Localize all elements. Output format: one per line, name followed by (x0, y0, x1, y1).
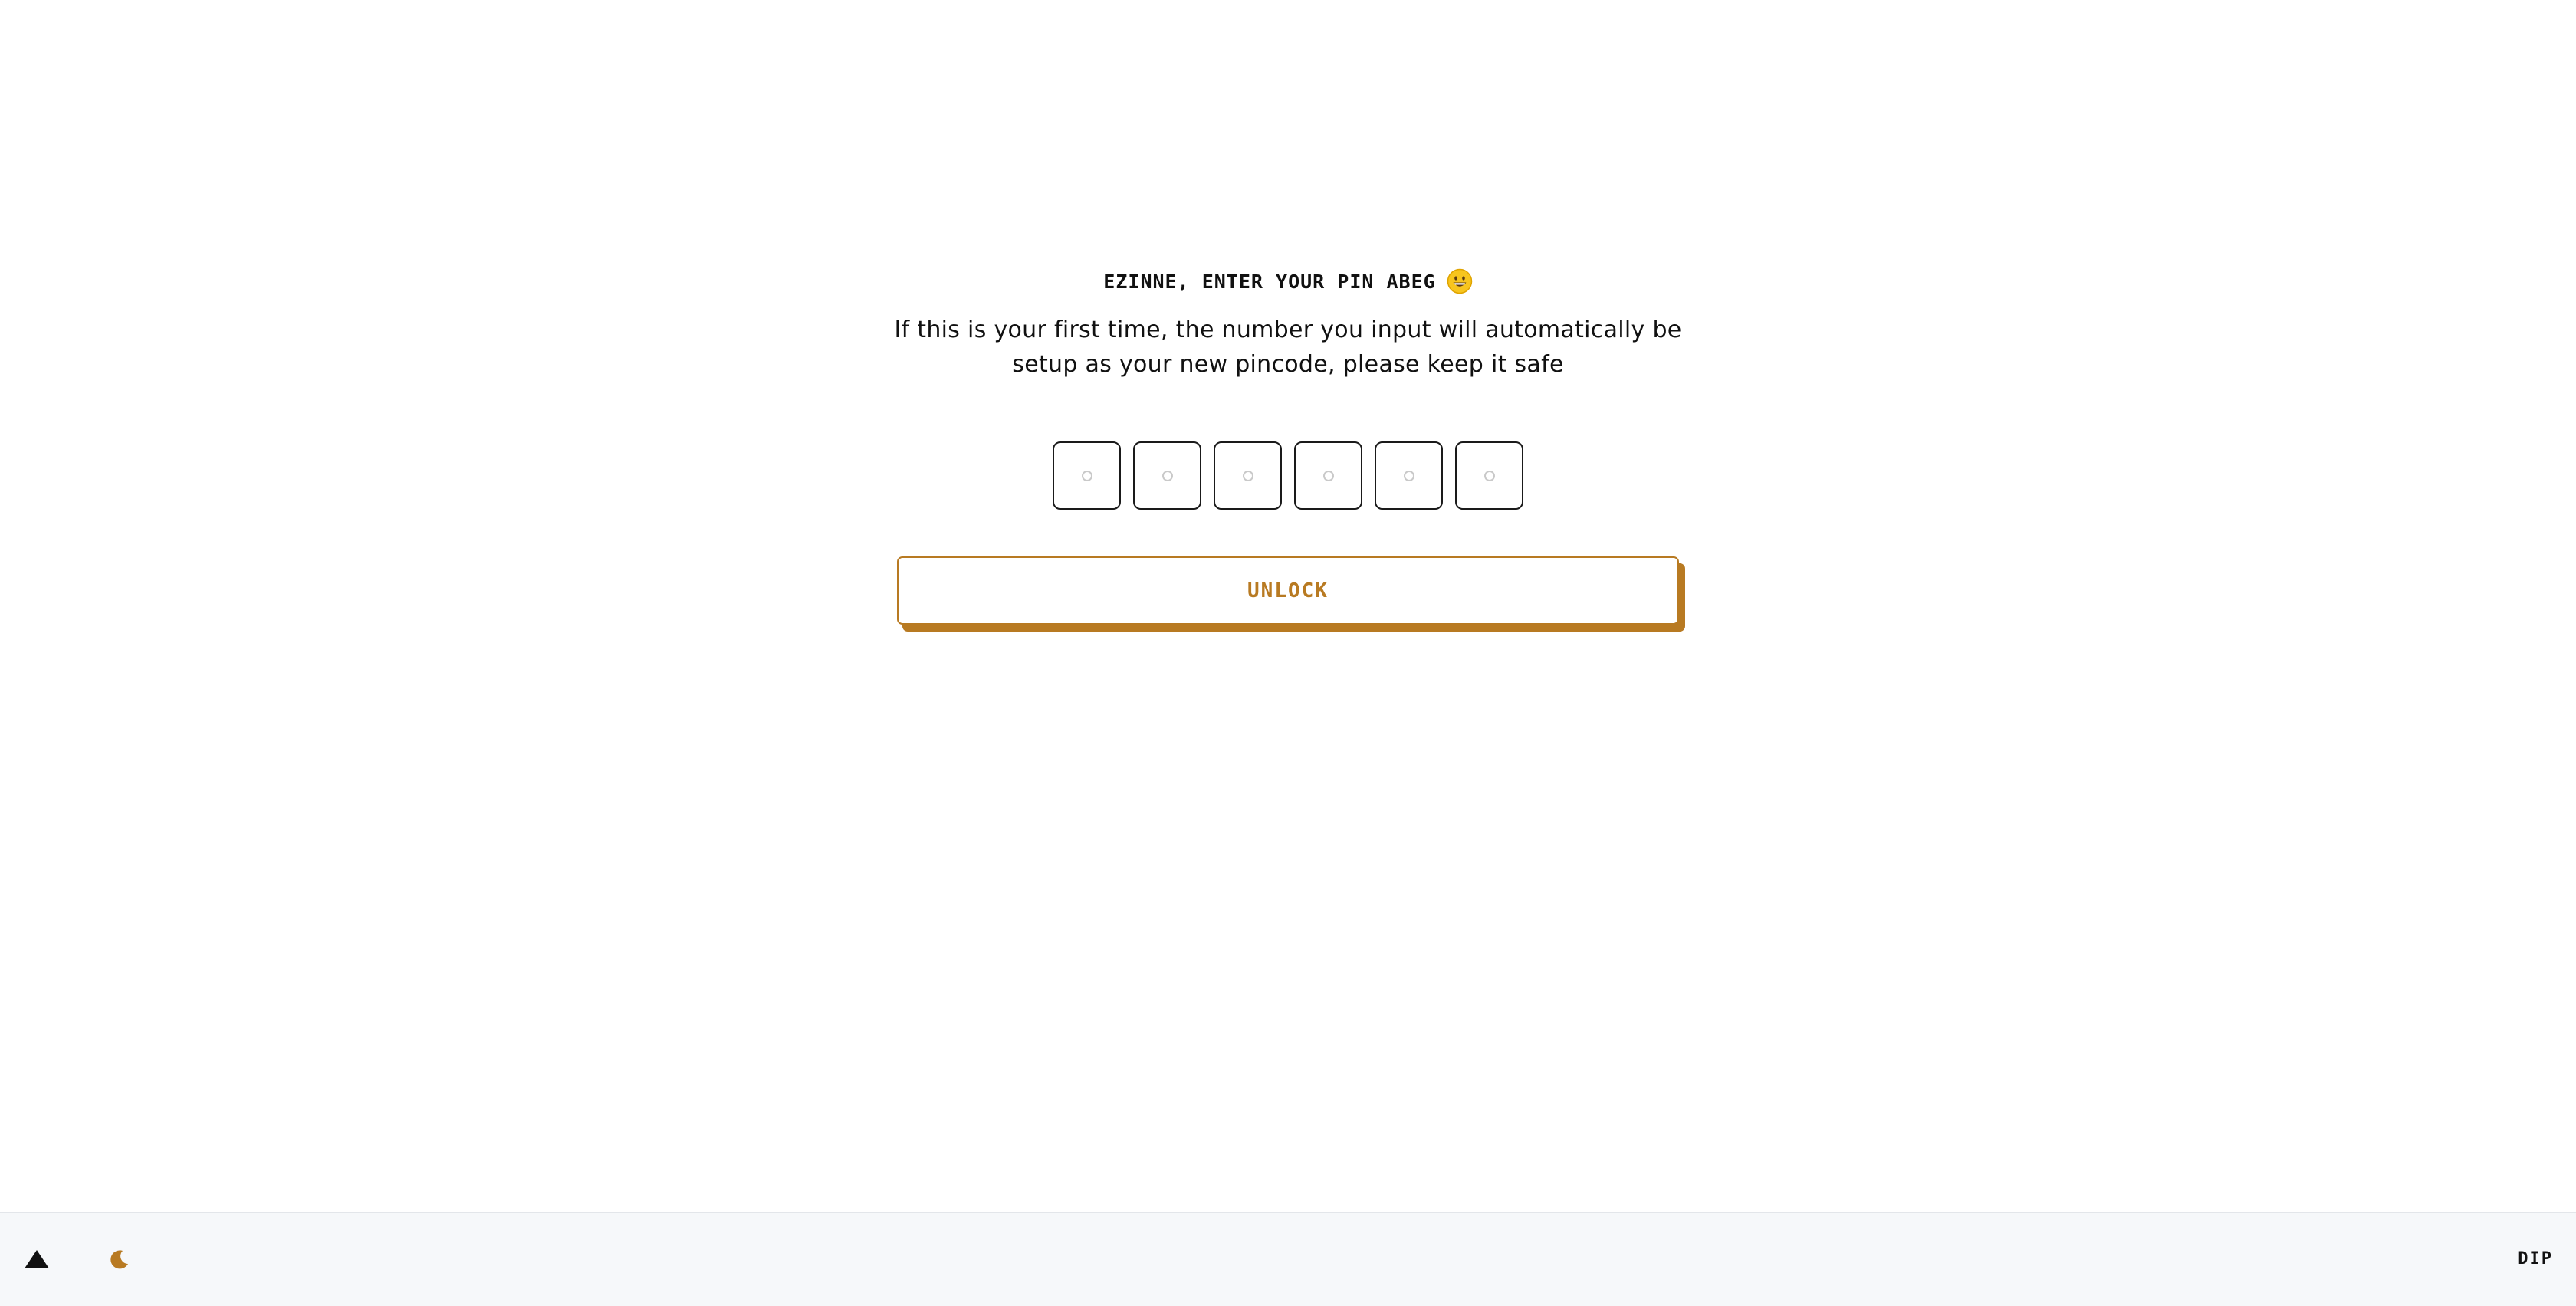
unlock-button-wrapper: UNLOCK (897, 556, 1685, 633)
empty-digit-dot-icon (1484, 470, 1495, 481)
pin-digit-3[interactable] (1214, 441, 1282, 510)
pin-instructions-line-2: setup as your new pincode, please keep i… (1012, 351, 1564, 378)
pin-unlock-screen: EZINNE, ENTER YOUR PIN ABEG If this is y… (0, 0, 2576, 1212)
grinning-face-icon (1447, 268, 1472, 294)
footer-brand: DIP (2518, 1249, 2553, 1268)
pin-digit-5[interactable] (1375, 441, 1443, 510)
pin-prompt-heading: EZINNE, ENTER YOUR PIN ABEG (1103, 270, 1436, 293)
pin-instructions: If this is your first time, the number y… (882, 313, 1694, 382)
pin-input-group (1053, 441, 1523, 510)
triangle-logo-icon[interactable] (23, 1249, 51, 1270)
empty-digit-dot-icon (1081, 470, 1092, 481)
moon-icon[interactable] (107, 1247, 132, 1272)
pin-digit-6[interactable] (1455, 441, 1523, 510)
pin-instructions-line-1: If this is your first time, the number y… (894, 317, 1682, 343)
empty-digit-dot-icon (1242, 470, 1254, 481)
footer-bar: DIP (0, 1212, 2576, 1306)
page-title: EZINNE, ENTER YOUR PIN ABEG (0, 264, 2576, 299)
empty-digit-dot-icon (1162, 470, 1173, 481)
pin-digit-4[interactable] (1294, 441, 1362, 510)
empty-digit-dot-icon (1322, 470, 1334, 481)
unlock-button[interactable]: UNLOCK (897, 556, 1679, 625)
pin-digit-2[interactable] (1133, 441, 1201, 510)
empty-digit-dot-icon (1403, 470, 1414, 481)
pin-digit-1[interactable] (1053, 441, 1121, 510)
